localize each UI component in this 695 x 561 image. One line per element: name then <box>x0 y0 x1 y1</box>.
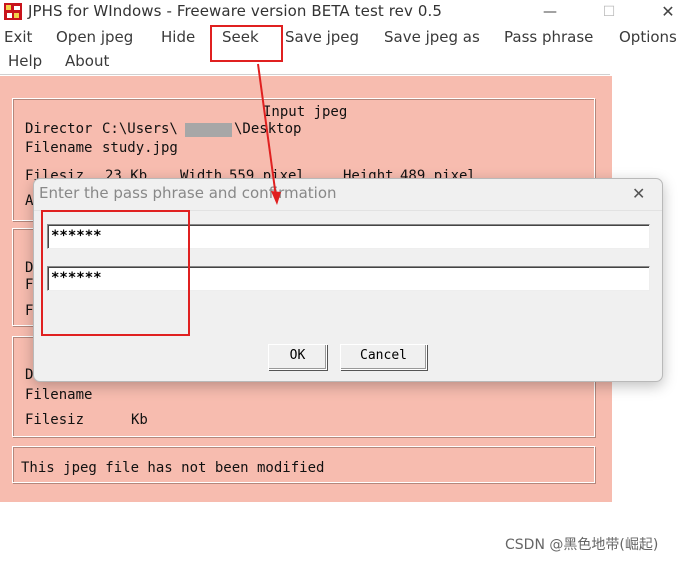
annotation-arrow <box>257 63 281 205</box>
watermark: CSDN @黑色地带(崛起) <box>505 537 659 553</box>
